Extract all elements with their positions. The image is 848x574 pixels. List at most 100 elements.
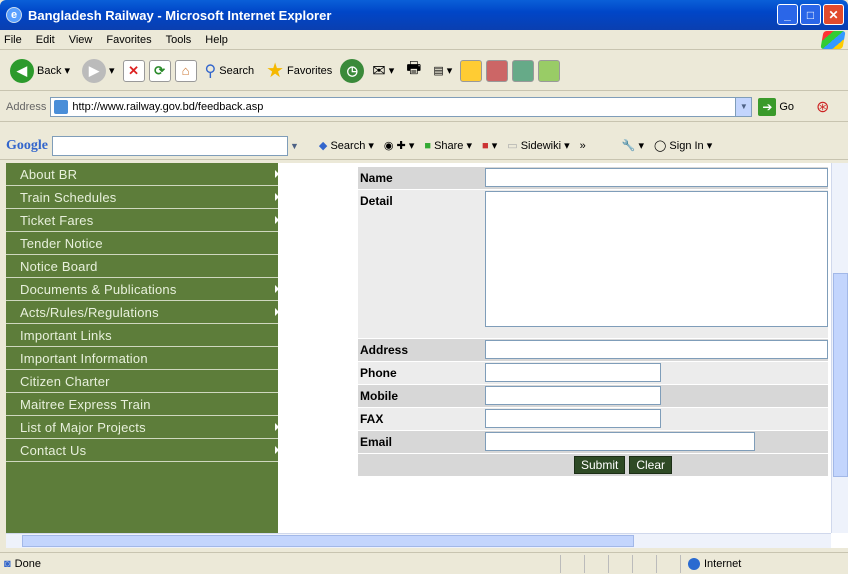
status-bar: ◙ Done Internet (0, 552, 848, 574)
window-title: Bangladesh Railway - Microsoft Internet … (28, 7, 332, 23)
address-url: http://www.railway.gov.bd/feedback.asp (72, 100, 264, 113)
name-field[interactable] (485, 168, 828, 187)
back-arrow-icon: ◀ (10, 58, 34, 83)
form-row-phone: Phone (358, 362, 828, 384)
google-search-button[interactable]: ◆ Search ▾ (319, 139, 374, 152)
submenu-arrow-icon (275, 446, 279, 454)
sidebar-item-important-information[interactable]: Important Information (6, 347, 278, 370)
detail-label: Detail (358, 190, 483, 338)
sidewiki-icon: ▭ (507, 140, 518, 152)
sidebar-item-contact[interactable]: Contact Us (6, 439, 279, 462)
mobile-field[interactable] (485, 386, 661, 405)
folder-icon[interactable] (460, 59, 483, 82)
address-field[interactable] (485, 340, 828, 359)
scroll-thumb[interactable] (22, 535, 634, 547)
menu-help[interactable]: Help (205, 34, 228, 46)
address-input[interactable]: http://www.railway.gov.bd/feedback.asp ▼ (50, 96, 753, 117)
menu-edit[interactable]: Edit (36, 34, 55, 46)
acrobat-icon[interactable]: ⊛ (816, 97, 829, 117)
mobile-label: Mobile (358, 385, 483, 407)
page-content: About BR Train Schedules Ticket Fares Te… (6, 163, 848, 548)
people-icon[interactable] (538, 59, 561, 82)
messenger-icon[interactable] (512, 59, 535, 82)
status-text: Done (14, 557, 41, 570)
favorites-button[interactable]: ★ Favorites (262, 56, 336, 86)
maximize-button[interactable]: □ (800, 4, 821, 25)
mail-button[interactable]: ✉ ▾ (368, 56, 398, 86)
share-icon: ■ (424, 140, 431, 152)
stop-icon[interactable]: ✕ (122, 59, 145, 82)
form-row-detail: Detail (358, 190, 828, 338)
email-label: Email (358, 431, 483, 453)
research-icon[interactable] (486, 59, 509, 82)
email-field[interactable] (485, 432, 755, 451)
more-button[interactable]: » (580, 140, 586, 152)
sidebar-item-train-schedules[interactable]: Train Schedules (6, 186, 279, 209)
go-button[interactable]: ➔ Go (758, 97, 794, 116)
menu-favorites[interactable]: Favorites (106, 34, 151, 46)
minimize-button[interactable]: _ (777, 4, 798, 25)
share-button[interactable]: ■ Share ▾ (424, 139, 472, 152)
phone-field[interactable] (485, 363, 661, 382)
scroll-thumb[interactable] (833, 273, 848, 477)
search-button[interactable]: ⚲ Search (201, 56, 259, 86)
menu-tools[interactable]: Tools (166, 34, 192, 46)
submenu-arrow-icon (275, 423, 279, 431)
form-buttons: Submit Clear (358, 454, 828, 476)
form-row-address: Address (358, 339, 828, 361)
sidebar-item-about[interactable]: About BR (6, 163, 279, 186)
sidebar-item-ticket-fares[interactable]: Ticket Fares (6, 209, 279, 232)
menu-file[interactable]: File (4, 34, 22, 46)
horizontal-scrollbar[interactable] (6, 533, 831, 548)
bookmark-button[interactable]: ■ ▾ (482, 139, 497, 152)
search-icon: ⚲ (204, 62, 217, 80)
fax-label: FAX (358, 408, 483, 430)
google-logo: Google (6, 137, 48, 153)
sidebar-item-tender-notice[interactable]: Tender Notice (6, 232, 278, 255)
google-search-input[interactable] (52, 135, 288, 156)
vertical-scrollbar[interactable] (831, 163, 848, 533)
wrench-icon[interactable]: 🔧 ▾ (622, 139, 644, 152)
sidebar: About BR Train Schedules Ticket Fares Te… (6, 163, 279, 533)
print-button[interactable]: 🖶 (402, 56, 425, 86)
google-options-icon[interactable]: ◉ ✚ ▾ (384, 139, 414, 152)
bookmark-icon: ■ (482, 140, 489, 152)
home-icon[interactable]: ⌂ (174, 59, 197, 82)
menu-view[interactable]: View (69, 34, 93, 46)
sidebar-item-notice-board[interactable]: Notice Board (6, 255, 278, 278)
internet-globe-icon (688, 557, 700, 570)
forward-button[interactable]: ▶ ▾ (78, 56, 119, 86)
edit-button[interactable]: ▤ ▾ (429, 56, 456, 86)
detail-textarea[interactable] (485, 191, 828, 327)
toolbar: ◀ Back ▾ ▶ ▾ ✕ ⟳ ⌂ ⚲ Search ★ Favorites … (0, 51, 848, 91)
sidebar-item-citizen-charter[interactable]: Citizen Charter (6, 370, 278, 393)
page-done-icon: ◙ (4, 557, 11, 570)
sidebar-item-important-links[interactable]: Important Links (6, 324, 278, 347)
submenu-arrow-icon (275, 285, 279, 293)
google-icon: ◆ (318, 140, 328, 152)
form-row-email: Email (358, 431, 828, 453)
security-zone: Internet (688, 557, 741, 570)
print-icon: 🖶 (406, 60, 422, 77)
sidebar-item-acts[interactable]: Acts/Rules/Regulations (6, 301, 279, 324)
submenu-arrow-icon (275, 170, 279, 178)
address-label: Address (6, 100, 47, 113)
page-icon (54, 99, 69, 114)
back-button[interactable]: ◀ Back ▾ (6, 56, 74, 86)
refresh-icon[interactable]: ⟳ (148, 59, 171, 82)
form-row-mobile: Mobile (358, 385, 828, 407)
submit-button[interactable]: Submit (573, 456, 626, 474)
history-icon[interactable]: ◷ (340, 58, 365, 83)
address-dropdown-icon[interactable]: ▼ (735, 97, 752, 116)
name-label: Name (358, 167, 483, 189)
clear-button[interactable]: Clear (629, 456, 673, 474)
sidebar-item-maitree-express[interactable]: Maitree Express Train (6, 393, 278, 416)
sidebar-item-major-projects[interactable]: List of Major Projects (6, 416, 279, 439)
google-dropdown-icon[interactable]: ▼ (290, 141, 299, 151)
sidewiki-button[interactable]: ▭ Sidewiki ▾ (507, 139, 569, 152)
signin-button[interactable]: ◯ Sign In ▾ (654, 139, 712, 152)
close-button[interactable]: ✕ (823, 4, 844, 25)
sidebar-item-documents[interactable]: Documents & Publications (6, 278, 279, 301)
edit-icon: ▤ (433, 65, 444, 77)
fax-field[interactable] (485, 409, 661, 428)
